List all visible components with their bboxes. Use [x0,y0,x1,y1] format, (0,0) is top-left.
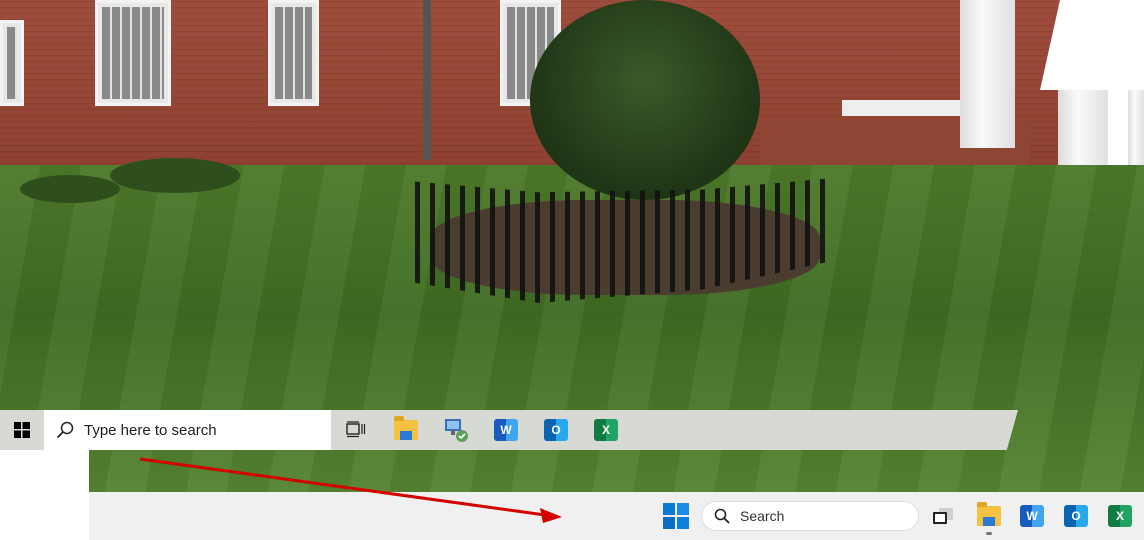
search-icon [714,508,730,524]
word-button[interactable]: W [481,410,531,450]
word-icon: W [1020,505,1044,527]
excel-button[interactable]: X [1104,500,1136,532]
win11-taskbar: Search W O X [89,492,1144,540]
excel-button[interactable]: X [581,410,631,450]
task-view-button[interactable] [331,410,381,450]
outlook-button[interactable]: O [1060,500,1092,532]
search-placeholder: Type here to search [84,421,217,439]
windows-logo-icon [14,422,30,438]
windows11-start-icon [663,503,689,529]
win11-search-box[interactable]: Search [701,501,919,531]
file-explorer-icon [977,502,1001,526]
white-column [960,0,1015,148]
word-icon: W [494,419,518,441]
windows11-start-button[interactable] [663,503,689,529]
network-app-button[interactable] [431,410,481,450]
windows-start-button[interactable] [0,410,44,450]
word-button[interactable]: W [1016,500,1048,532]
drainpipe [423,0,431,160]
search-icon [56,421,74,439]
building-window [268,0,319,106]
search-placeholder: Search [740,508,785,524]
desktop-wallpaper [0,0,1144,540]
building-window [95,0,171,106]
tree [530,0,760,200]
file-explorer-button[interactable] [973,500,1005,535]
task-view-button[interactable] [927,500,959,532]
outlook-icon: O [544,419,568,441]
building-window [0,20,24,106]
outlook-button[interactable]: O [531,410,581,450]
running-indicator [986,532,992,535]
white-region [0,450,89,540]
task-view-icon [933,508,953,524]
excel-icon: X [1108,505,1132,527]
win10-search-box[interactable]: Type here to search [44,410,331,450]
bench [842,100,972,116]
shrub [20,175,120,203]
network-app-icon [445,419,468,442]
shrub [110,158,240,193]
file-explorer-icon [394,416,418,440]
task-view-icon [346,421,366,438]
file-explorer-button[interactable] [381,410,431,450]
outlook-icon: O [1064,505,1088,527]
win10-taskbar: Type here to search W O X [0,410,1018,450]
excel-icon: X [594,419,618,441]
